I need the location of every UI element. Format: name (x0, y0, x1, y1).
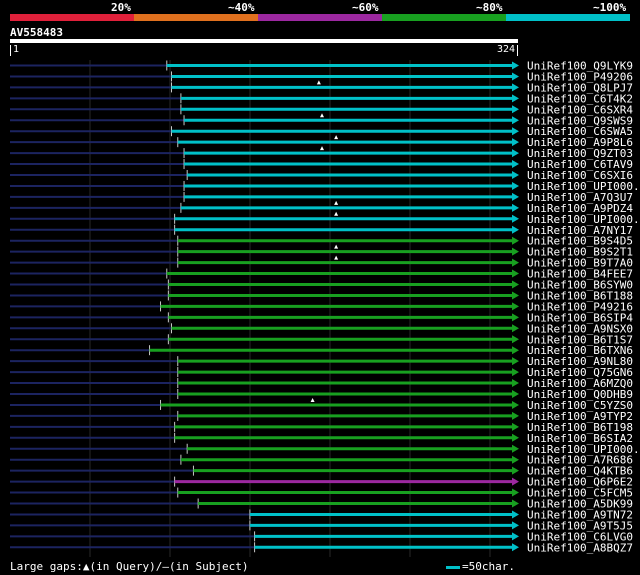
hit-arrow-icon (512, 521, 519, 530)
hit-arrow-icon (512, 160, 519, 169)
hit-arrow-icon (512, 149, 519, 158)
hit-arrow-icon (512, 400, 519, 409)
hit-arrow-icon (512, 466, 519, 475)
query-gap-icon (316, 80, 321, 85)
hit-arrow-icon (512, 357, 519, 366)
query-gap-icon (334, 255, 339, 260)
hit-arrow-icon (512, 61, 519, 70)
query-gap-icon (320, 113, 325, 118)
scale-swatch (446, 565, 460, 569)
hit-arrow-icon (512, 116, 519, 125)
hit-arrow-icon (512, 488, 519, 497)
scale-label: =50char. (462, 560, 515, 573)
hit-arrow-icon (512, 214, 519, 223)
query-gap-icon (334, 211, 339, 216)
in-subject-label: (in Subject) (168, 560, 249, 573)
hit-arrow-icon (512, 444, 519, 453)
hit-arrow-icon (512, 335, 519, 344)
hit-arrow-icon (512, 455, 519, 464)
large-gaps-label: Large gaps: (10, 560, 83, 573)
query-gap-icon (320, 146, 325, 151)
hit-arrow-icon (512, 510, 519, 519)
hit-arrow-icon (512, 368, 519, 377)
footer-legend: Large gaps:▲(in Query)/–(in Subject) (10, 560, 248, 573)
hit-arrow-icon (512, 83, 519, 92)
hit-arrow-icon (512, 203, 519, 212)
hit-arrow-icon (512, 291, 519, 300)
hit-arrow-icon (512, 225, 519, 234)
query-gap-icon (310, 397, 315, 402)
hit-arrow-icon (512, 411, 519, 420)
hit-arrow-icon (512, 192, 519, 201)
hit-arrow-icon (512, 127, 519, 136)
hit-arrow-icon (512, 324, 519, 333)
hit-arrow-icon (512, 171, 519, 179)
hit-arrow-icon (512, 433, 519, 442)
in-query-label: (in Query)/ (89, 560, 163, 573)
hit-arrow-icon (512, 105, 519, 114)
hit-arrow-icon (512, 181, 519, 190)
hit-arrow-icon (512, 138, 519, 147)
hit-arrow-icon (512, 346, 519, 355)
query-gap-icon (334, 135, 339, 140)
hit-arrow-icon (512, 269, 519, 278)
scale-legend: =50char. (446, 560, 515, 573)
hit-arrow-icon (512, 499, 519, 508)
hit-arrow-icon (512, 247, 519, 256)
subject-gap-icon: – (162, 560, 169, 573)
query-gap-icon (334, 200, 339, 205)
hit-arrow-icon (512, 379, 519, 388)
hit-arrow-icon (512, 72, 519, 81)
hit-arrow-icon (512, 236, 519, 245)
hit-arrow-icon (512, 258, 519, 267)
hit-arrow-icon (512, 302, 519, 311)
hit-arrow-icon (512, 280, 519, 289)
query-gap-icon (334, 244, 339, 249)
hit-arrow-icon (512, 94, 519, 103)
hit-arrow-icon (512, 477, 519, 486)
hit-arrow-icon (512, 422, 519, 431)
hit-arrow-icon (512, 532, 519, 541)
hit-arrow-icon (512, 313, 519, 322)
hit-arrow-icon (512, 543, 519, 552)
hit-label: UniRef100_A8BQZ7 (527, 541, 633, 554)
alignment-hits: UniRef100_Q9LYK9UniRef100_P49206UniRef10… (10, 60, 640, 557)
hit-arrow-icon (512, 390, 519, 398)
